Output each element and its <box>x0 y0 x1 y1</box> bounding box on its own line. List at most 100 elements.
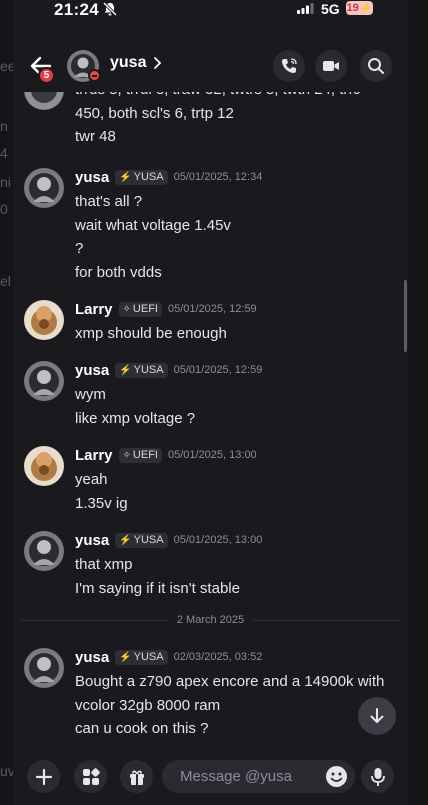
role-tag-label: UEFI <box>132 303 158 315</box>
avatar[interactable] <box>24 648 64 688</box>
search-icon <box>368 58 384 74</box>
background-text: 4 <box>0 145 8 161</box>
avatar[interactable] <box>24 300 64 340</box>
message-line: twr 48 <box>75 128 116 145</box>
message-timestamp: 05/01/2025, 13:00 <box>167 449 257 461</box>
call-button[interactable] <box>273 50 305 82</box>
role-tag[interactable]: ⚡ YUSA <box>115 169 168 185</box>
voice-message-button[interactable] <box>361 760 394 793</box>
unread-badge: 5 <box>38 67 55 84</box>
search-button[interactable] <box>360 50 392 82</box>
message-timestamp: 05/01/2025, 12:34 <box>173 171 263 183</box>
message-body: xmp should be enough <box>75 322 395 346</box>
author-name[interactable]: Larry <box>75 301 113 318</box>
role-tag-label: UEFI <box>132 449 158 461</box>
message-line: like xmp voltage ? <box>75 409 196 427</box>
battery-level: 19 <box>346 2 359 14</box>
role-tag-label: YUSA <box>133 651 164 663</box>
message-header: yusa ⚡ YUSA 05/01/2025, 13:00 <box>75 531 262 549</box>
sparkle-icon: ✧ <box>122 449 131 461</box>
message-line: I'm saying if it isn't stable <box>75 579 240 597</box>
message-line: wym <box>75 386 106 403</box>
message-line: wait what voltage 1.45v <box>75 216 231 234</box>
author-name[interactable]: yusa <box>75 362 109 379</box>
status-time: 21:24 <box>54 0 99 19</box>
message-line: ? <box>75 240 84 257</box>
lightning-icon: ⚡ <box>119 171 132 183</box>
network-label: 5G <box>321 1 340 17</box>
author-name[interactable]: yusa <box>75 169 109 186</box>
microphone-icon <box>370 767 385 786</box>
lightning-icon: ⚡ <box>119 534 132 546</box>
charging-icon: ⚡ <box>358 2 373 15</box>
jump-to-present-button[interactable] <box>358 697 396 735</box>
phone-icon <box>282 58 297 73</box>
message-line: Bought a z790 apex encore and a 14900k w… <box>75 673 385 690</box>
message-line: that xmp <box>75 556 133 573</box>
video-camera-icon <box>323 61 339 71</box>
role-tag[interactable]: ⚡ YUSA <box>115 649 168 665</box>
role-tag-label: YUSA <box>133 534 164 546</box>
status-bar: 21:24 5G 19 ⚡ <box>0 0 428 20</box>
message-header: yusa ⚡ YUSA 05/01/2025, 12:59 <box>75 361 262 379</box>
dm-sheet: trrds 8, trrdl 8, traw 32, twtrs 8, twtr… <box>13 0 408 805</box>
message-header: Larry ✧ UEFI 05/01/2025, 12:59 <box>75 300 257 318</box>
message-line: 1.35v ig <box>75 494 128 512</box>
avatar[interactable] <box>24 531 64 571</box>
header-username[interactable]: yusa <box>110 54 146 72</box>
message-input[interactable]: Message @yusa <box>162 760 355 793</box>
role-tag[interactable]: ✧ UEFI <box>118 447 162 463</box>
chevron-right-icon[interactable] <box>153 56 162 70</box>
message-line: that's all ? <box>75 193 143 210</box>
lightning-icon: ⚡ <box>119 364 132 376</box>
message-line: xmp should be enough <box>75 325 227 342</box>
apps-icon <box>82 767 100 785</box>
author-name[interactable]: yusa <box>75 532 109 549</box>
message-header: Larry ✧ UEFI 05/01/2025, 13:00 <box>75 446 257 464</box>
date-divider-label: 2 March 2025 <box>168 614 253 626</box>
dnd-status-icon <box>88 69 101 82</box>
message-body: yeah 1.35v ig <box>75 468 395 515</box>
date-divider: 2 March 2025 <box>21 614 400 626</box>
message-timestamp: 05/01/2025, 12:59 <box>173 364 263 376</box>
background-text: n <box>0 118 8 134</box>
gift-icon <box>129 770 144 785</box>
scrollbar-thumb[interactable] <box>404 280 407 352</box>
lightning-icon: ⚡ <box>119 651 132 663</box>
message-line: 450, both scl's 6, trtp 12 <box>75 104 234 122</box>
apps-button[interactable] <box>74 760 107 793</box>
video-call-button[interactable] <box>315 50 347 82</box>
author-name[interactable]: Larry <box>75 447 113 464</box>
message-line: vcolor 32gb 8000 ram <box>75 696 221 714</box>
gift-button[interactable] <box>120 760 153 793</box>
message-line: can u cook on this ? <box>75 720 209 737</box>
emoji-icon[interactable] <box>325 765 348 788</box>
dm-header: 5 yusa <box>13 40 408 92</box>
message-input-placeholder: Message @yusa <box>180 768 292 785</box>
message-timestamp: 02/03/2025, 03:52 <box>173 651 263 663</box>
message-body: wym like xmp voltage ? <box>75 383 395 430</box>
battery-icon: 19 ⚡ <box>346 1 373 15</box>
signal-icon <box>297 3 314 14</box>
message-timestamp: 05/01/2025, 13:00 <box>173 534 263 546</box>
role-tag-label: YUSA <box>133 364 164 376</box>
avatar[interactable] <box>24 446 64 486</box>
role-tag[interactable]: ✧ UEFI <box>118 301 162 317</box>
role-tag-label: YUSA <box>133 171 164 183</box>
message-header: yusa ⚡ YUSA 05/01/2025, 12:34 <box>75 168 262 186</box>
message-header: yusa ⚡ YUSA 02/03/2025, 03:52 <box>75 648 262 666</box>
message-line: for both vdds <box>75 263 162 281</box>
arrow-down-icon <box>370 708 384 723</box>
role-tag[interactable]: ⚡ YUSA <box>115 362 168 378</box>
composer: Message @yusa <box>13 748 408 805</box>
role-tag[interactable]: ⚡ YUSA <box>115 532 168 548</box>
avatar[interactable] <box>24 361 64 401</box>
avatar[interactable] <box>24 168 64 208</box>
message-line: yeah <box>75 471 108 488</box>
add-attachment-button[interactable] <box>27 760 60 793</box>
message-body: that xmp I'm saying if it isn't stable <box>75 553 395 600</box>
background-text: 0 <box>0 201 8 217</box>
sparkle-icon: ✧ <box>122 303 131 315</box>
background-text: el <box>0 273 11 289</box>
author-name[interactable]: yusa <box>75 649 109 666</box>
